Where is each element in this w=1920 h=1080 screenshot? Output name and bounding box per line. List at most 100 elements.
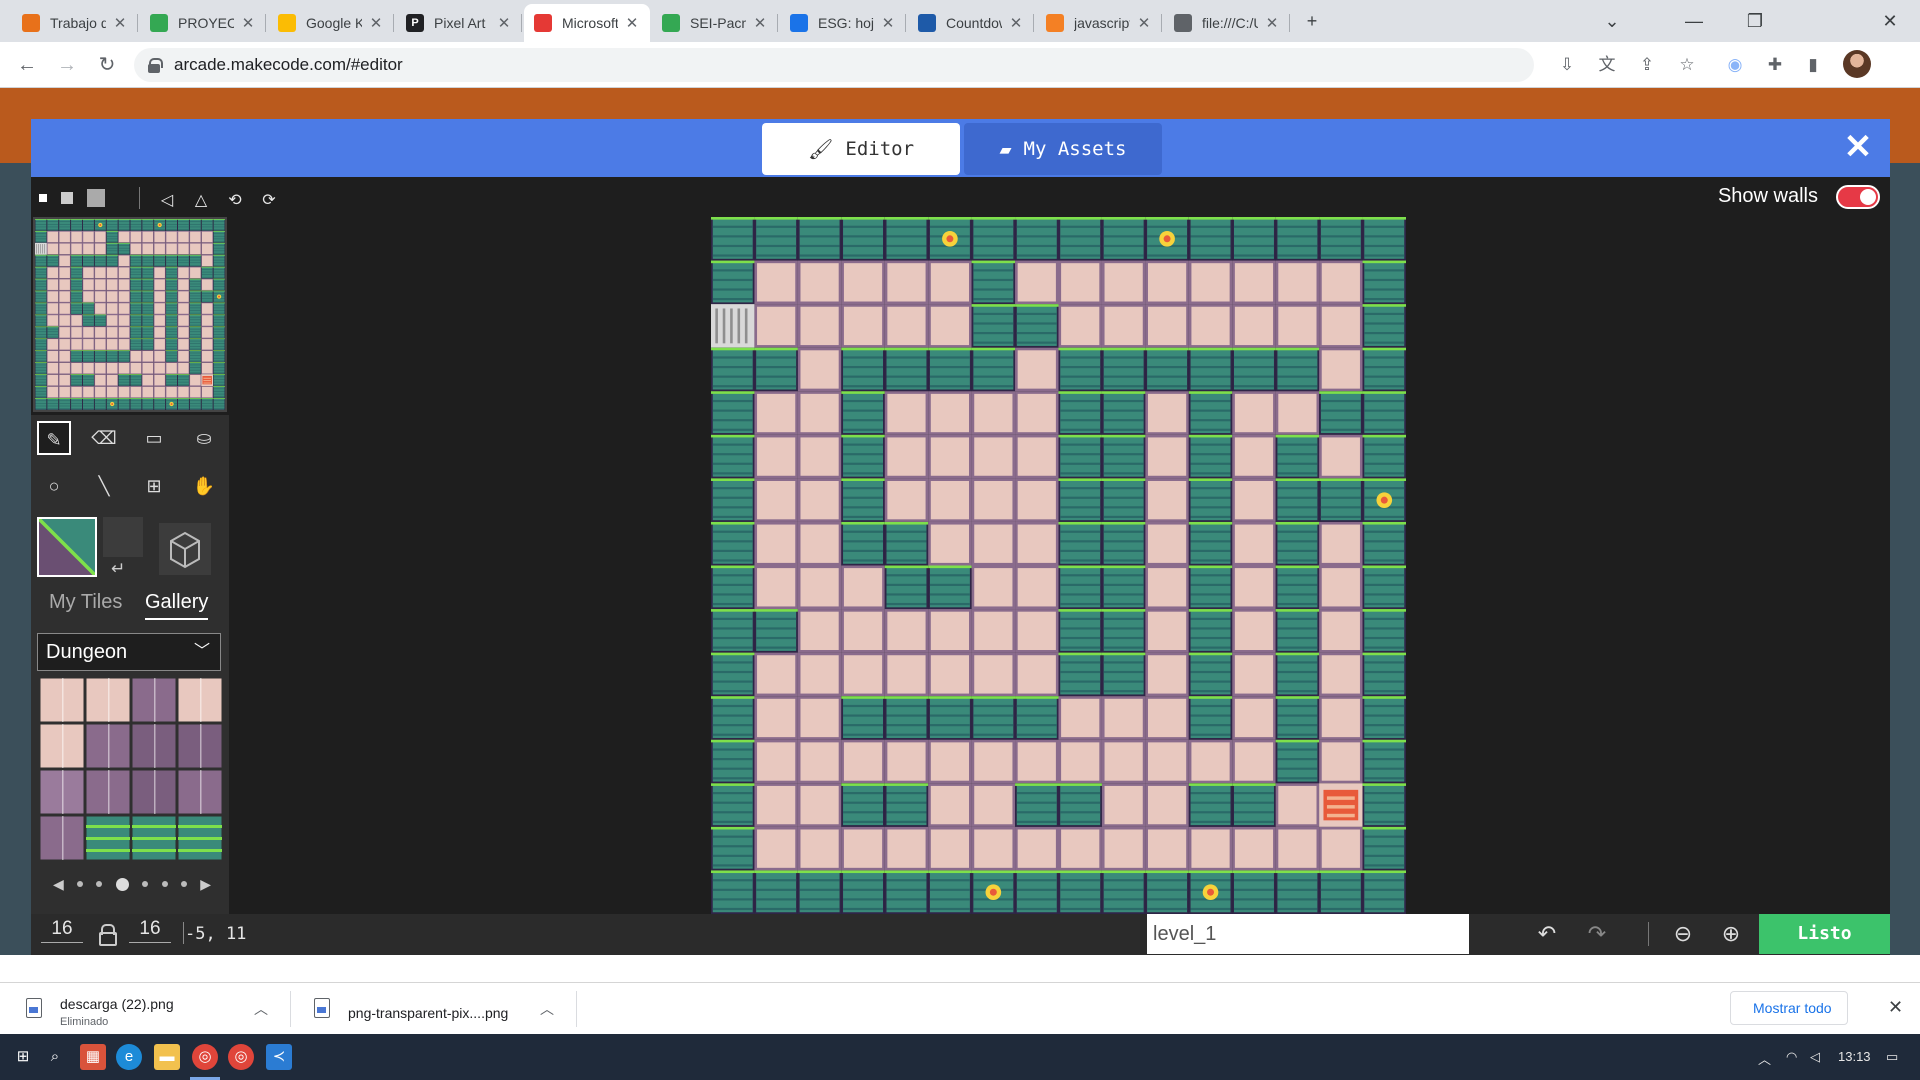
brush-size-small-button[interactable] <box>39 194 47 202</box>
browser-tab[interactable]: Google Keep ✕ <box>268 4 394 42</box>
pencil-tool-icon[interactable]: ✎ <box>37 421 71 455</box>
prev-page-icon[interactable]: ◀ <box>53 876 64 893</box>
page-dot-current[interactable] <box>115 877 129 891</box>
chrome-icon[interactable]: ◎ <box>228 1044 254 1070</box>
width-input[interactable]: 16 <box>41 918 83 943</box>
zoom-in-icon[interactable]: ⊕ <box>1715 918 1747 950</box>
minimize-icon[interactable]: — <box>1674 6 1714 36</box>
undo-icon[interactable]: ↶ <box>1531 918 1563 950</box>
profile-avatar[interactable] <box>1843 50 1871 78</box>
tab-search-icon[interactable]: ⌄ <box>1592 6 1632 36</box>
tab-close-icon[interactable]: ✕ <box>1264 14 1280 32</box>
tab-close-icon[interactable]: ✕ <box>1136 14 1152 32</box>
chrome-icon[interactable]: ◎ <box>192 1044 218 1070</box>
tab-close-icon[interactable]: ✕ <box>624 14 640 32</box>
browser-tab[interactable]: Microsoft Ma ✕ <box>524 4 650 42</box>
tilemap-name-input[interactable] <box>1147 914 1469 954</box>
tab-gallery[interactable]: Gallery <box>145 591 209 620</box>
download-item[interactable]: png-transparent-pix....png ︿ <box>314 983 564 1035</box>
done-button[interactable]: Listo <box>1759 914 1890 954</box>
chevron-up-icon[interactable]: ︿ <box>254 999 268 1019</box>
forward-icon[interactable]: → <box>52 50 82 80</box>
tab-close-icon[interactable]: ✕ <box>880 14 896 32</box>
tab-close-icon[interactable]: ✕ <box>368 14 384 32</box>
vscode-icon[interactable]: ≺ <box>266 1044 292 1070</box>
share-icon[interactable]: ⇪ <box>1636 54 1658 76</box>
download-item[interactable]: descarga (22).png Eliminado ︿ <box>26 983 276 1035</box>
next-page-icon[interactable]: ▶ <box>200 876 211 893</box>
browser-tab[interactable]: javascript - R ✕ <box>1036 4 1162 42</box>
page-dot[interactable] <box>96 881 103 887</box>
clock-time[interactable]: 13:13 <box>1838 1049 1871 1064</box>
tile-category-select[interactable]: Dungeon ﹀ <box>37 633 221 671</box>
rectangle-tool-icon[interactable]: ▭ <box>137 421 171 455</box>
extensions-puzzle-icon[interactable]: ✚ <box>1764 54 1786 76</box>
close-icon[interactable]: ✕ <box>1840 129 1876 165</box>
notifications-icon[interactable]: ▭ <box>1886 1049 1898 1065</box>
edge-icon[interactable]: e <box>116 1044 142 1070</box>
browser-tab[interactable]: P Pixel Art Mak ✕ <box>396 4 522 42</box>
reload-icon[interactable]: ↻ <box>92 50 122 80</box>
browser-tab[interactable]: file:///C:/Use ✕ <box>1164 4 1290 42</box>
close-shelf-icon[interactable]: ✕ <box>1888 997 1903 1018</box>
browser-tab[interactable]: Countdown J ✕ <box>908 4 1034 42</box>
secondary-tile-swatch[interactable] <box>103 517 143 557</box>
tab-editor[interactable]: 🖌 Editor <box>762 123 960 175</box>
windows-start-icon[interactable]: ⊞ <box>10 1044 36 1070</box>
tab-my-assets[interactable]: ▰ My Assets <box>964 123 1162 175</box>
chevron-up-icon[interactable]: ︿ <box>540 999 554 1019</box>
page-dot[interactable] <box>161 881 168 887</box>
show-walls-toggle[interactable] <box>1836 185 1880 209</box>
tilemap-minimap[interactable] <box>33 217 227 412</box>
rotate-ccw-icon[interactable]: ⟲ <box>223 189 247 213</box>
search-icon[interactable]: ⌕ <box>42 1044 68 1070</box>
browser-tab[interactable]: SEI-Pacman- ✕ <box>652 4 778 42</box>
brush-size-large-button[interactable] <box>87 189 105 207</box>
back-icon[interactable]: ← <box>12 50 42 80</box>
browser-tab[interactable]: Trabajo de cl ✕ <box>12 4 138 42</box>
flip-vertical-icon[interactable]: △ <box>189 189 213 213</box>
side-panel-icon[interactable]: ▮ <box>1802 54 1824 76</box>
install-icon[interactable]: ⇩ <box>1556 54 1578 76</box>
tab-close-icon[interactable]: ✕ <box>240 14 256 32</box>
swap-tiles-icon[interactable]: ↵ <box>111 559 125 579</box>
rotate-cw-icon[interactable]: ⟳ <box>257 189 281 213</box>
fill-tool-icon[interactable]: ⛀ <box>187 421 221 455</box>
wifi-icon[interactable]: ◠ <box>1786 1049 1797 1065</box>
tab-close-icon[interactable]: ✕ <box>752 14 768 32</box>
page-dot[interactable] <box>142 881 149 887</box>
selected-tile-swatch[interactable] <box>37 517 97 577</box>
flip-horizontal-icon[interactable]: ◁ <box>155 189 179 213</box>
wall-cube-icon[interactable] <box>159 523 211 575</box>
tile-gallery-grid[interactable] <box>39 677 223 861</box>
tab-close-icon[interactable]: ✕ <box>496 14 512 32</box>
circle-tool-icon[interactable]: ○ <box>37 469 71 503</box>
eraser-tool-icon[interactable]: ⌫ <box>87 421 121 455</box>
translate-icon[interactable]: 文 <box>1596 54 1618 76</box>
tray-chevron-icon[interactable]: ︿ <box>1758 1049 1771 1068</box>
lock-aspect-icon[interactable] <box>98 924 117 946</box>
restore-icon[interactable]: ❐ <box>1735 6 1775 36</box>
volume-icon[interactable]: ◁ <box>1810 1049 1820 1065</box>
redo-icon[interactable]: ↷ <box>1581 918 1613 950</box>
browser-tab[interactable]: ESG: hoja de ✕ <box>780 4 906 42</box>
tilemap-canvas[interactable] <box>711 217 1406 914</box>
file-explorer-icon[interactable]: ▬ <box>154 1044 180 1070</box>
new-tab-button[interactable]: + <box>1292 6 1332 36</box>
brush-size-medium-button[interactable] <box>61 192 73 204</box>
tab-close-icon[interactable]: ✕ <box>1008 14 1024 32</box>
zoom-out-icon[interactable]: ⊖ <box>1667 918 1699 950</box>
height-input[interactable]: 16 <box>129 918 171 943</box>
page-dot[interactable] <box>77 881 84 887</box>
tab-my-tiles[interactable]: My Tiles <box>49 591 122 614</box>
page-dot[interactable] <box>180 881 187 887</box>
tab-close-icon[interactable]: ✕ <box>112 14 128 32</box>
browser-tab[interactable]: PROYECTO - ✕ <box>140 4 266 42</box>
address-bar[interactable]: arcade.makecode.com/#editor <box>134 48 1534 82</box>
bookmark-star-icon[interactable]: ☆ <box>1676 54 1698 76</box>
app-icon[interactable]: ▦ <box>80 1044 106 1070</box>
pan-hand-tool-icon[interactable]: ✋ <box>187 469 221 503</box>
line-tool-icon[interactable]: ╲ <box>87 469 121 503</box>
marquee-tool-icon[interactable]: ⊞ <box>137 469 171 503</box>
window-close-icon[interactable]: ✕ <box>1870 6 1910 36</box>
